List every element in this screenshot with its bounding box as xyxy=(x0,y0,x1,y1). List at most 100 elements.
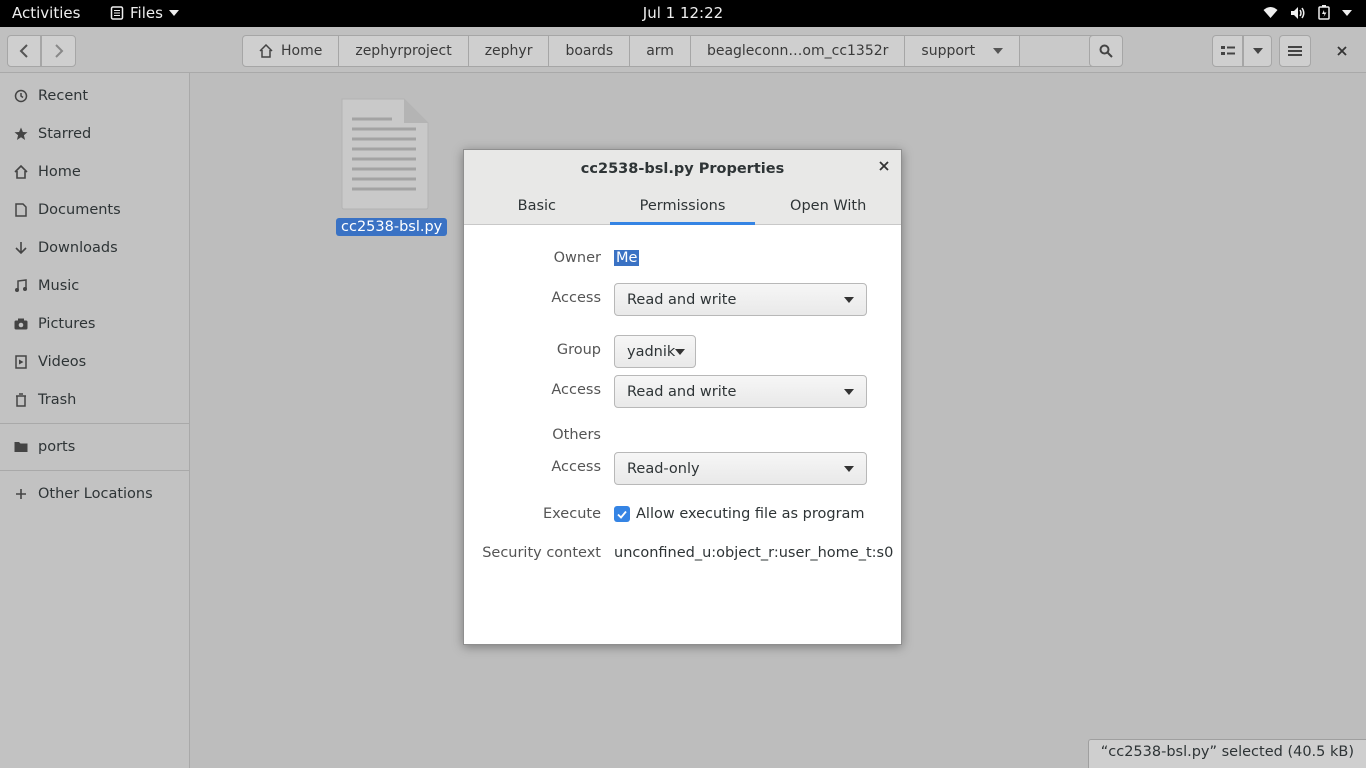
file-item[interactable] xyxy=(340,97,430,211)
tab-basic[interactable]: Basic xyxy=(464,187,610,224)
chevron-down-icon xyxy=(993,48,1004,54)
permissions-panel: Owner Me Access Read and write Group yad… xyxy=(464,225,901,645)
sidebar-item-trash[interactable]: Trash xyxy=(0,381,189,419)
execute-checkbox[interactable] xyxy=(614,506,630,522)
close-icon xyxy=(1337,46,1347,56)
breadcrumb: Home zephyrproject zephyr boards arm bea… xyxy=(242,35,1114,67)
forward-button[interactable] xyxy=(41,35,76,67)
camera-icon xyxy=(14,317,28,331)
owner-value[interactable]: Me xyxy=(614,250,640,266)
breadcrumb-label: zephyrproject xyxy=(355,43,452,59)
dropdown-value: Read and write xyxy=(627,291,737,308)
others-access-dropdown[interactable]: Read-only xyxy=(614,452,867,485)
home-icon xyxy=(259,44,273,58)
sidebar-item-label: Documents xyxy=(38,202,121,218)
breadcrumb-label: support xyxy=(921,43,976,59)
breadcrumb-label: zephyr xyxy=(484,43,533,59)
breadcrumb-label: Home xyxy=(281,43,323,59)
dropdown-value: yadnik xyxy=(627,343,676,360)
status-bar: “cc2538-bsl.py” selected (40.5 kB) xyxy=(1087,739,1366,768)
clock[interactable]: Jul 1 12:22 xyxy=(0,4,1366,22)
breadcrumb-home[interactable]: Home xyxy=(243,36,340,66)
dialog-title: cc2538-bsl.py Properties xyxy=(580,160,785,177)
music-icon xyxy=(14,279,28,293)
chevron-down-icon xyxy=(844,296,854,303)
chevron-down-icon xyxy=(844,388,854,395)
home-icon xyxy=(14,165,28,179)
sidebar-item-label: Trash xyxy=(38,392,77,408)
execute-label: Execute xyxy=(543,506,601,522)
top-bar: Activities Files Jul 1 12:22 xyxy=(0,0,1366,27)
sidebar-item-label: Music xyxy=(38,278,80,294)
sidebar-item-documents[interactable]: Documents xyxy=(0,191,189,229)
battery-icon xyxy=(1318,5,1330,20)
owner-value-text: Me xyxy=(614,250,640,266)
sidebar-item-label: Other Locations xyxy=(38,486,153,502)
sidebar-item-label: Pictures xyxy=(38,316,96,332)
dialog-titlebar: cc2538-bsl.py Properties xyxy=(464,150,901,187)
menu-button[interactable] xyxy=(1279,35,1311,67)
video-icon xyxy=(14,355,28,369)
group-access-dropdown[interactable]: Read and write xyxy=(614,375,867,408)
view-toggle-button[interactable] xyxy=(1212,35,1243,67)
execute-checkbox-label: Allow executing file as program xyxy=(636,506,865,522)
sidebar-item-label: Downloads xyxy=(38,240,118,256)
chevron-down-icon xyxy=(844,465,854,472)
breadcrumb-item[interactable]: arm xyxy=(630,36,691,66)
group-dropdown[interactable]: yadnik xyxy=(614,335,696,368)
tab-label: Basic xyxy=(517,197,557,214)
sidebar-item-videos[interactable]: Videos xyxy=(0,343,189,381)
sidebar-item-label: Starred xyxy=(38,126,92,142)
close-window-button[interactable] xyxy=(1330,39,1354,63)
text-file-icon xyxy=(341,98,429,210)
group-label: Group xyxy=(556,342,601,358)
trash-icon xyxy=(14,393,28,407)
sidebar-item-ports[interactable]: ports xyxy=(0,428,189,466)
owner-access-dropdown[interactable]: Read and write xyxy=(614,283,867,316)
checkmark-icon xyxy=(617,510,627,519)
wifi-icon xyxy=(1263,7,1278,18)
system-tray[interactable] xyxy=(1263,5,1352,20)
dropdown-value: Read-only xyxy=(627,460,700,477)
close-icon xyxy=(879,161,889,171)
sidebar-item-other-locations[interactable]: Other Locations xyxy=(0,475,189,513)
file-name-label[interactable]: cc2538-bsl.py xyxy=(336,218,448,236)
tab-permissions[interactable]: Permissions xyxy=(609,187,756,225)
sidebar-divider xyxy=(0,470,189,471)
dialog-close-button[interactable] xyxy=(879,159,889,175)
security-context-label: Security context xyxy=(482,545,601,561)
tab-label: Permissions xyxy=(639,197,726,214)
chevron-down-icon xyxy=(675,348,686,355)
security-context-value: unconfined_u:object_r:user_home_t:s0 xyxy=(614,545,894,561)
sidebar-item-label: Recent xyxy=(38,88,89,104)
breadcrumb-current[interactable]: support xyxy=(905,36,1021,66)
search-button[interactable] xyxy=(1089,35,1123,67)
chevron-right-icon xyxy=(54,44,63,58)
search-icon xyxy=(1099,44,1113,58)
breadcrumb-item[interactable]: beagleconn…om_cc1352r xyxy=(691,36,906,66)
dropdown-value: Read and write xyxy=(627,383,737,400)
sidebar-item-label: Videos xyxy=(38,354,87,370)
sidebar-item-music[interactable]: Music xyxy=(0,267,189,305)
sidebar-item-recent[interactable]: Recent xyxy=(0,77,189,115)
breadcrumb-item[interactable]: zephyr xyxy=(469,36,550,66)
breadcrumb-item[interactable]: zephyrproject xyxy=(339,36,469,66)
owner-access-label: Access xyxy=(551,290,601,306)
tab-label: Open With xyxy=(790,197,867,214)
back-button[interactable] xyxy=(7,35,41,67)
sidebar-item-downloads[interactable]: Downloads xyxy=(0,229,189,267)
header-bar: Home zephyrproject zephyr boards arm bea… xyxy=(0,27,1366,73)
sidebar-item-pictures[interactable]: Pictures xyxy=(0,305,189,343)
sidebar-item-starred[interactable]: Starred xyxy=(0,115,189,153)
tab-open-with[interactable]: Open With xyxy=(755,187,901,224)
sidebar-item-home[interactable]: Home xyxy=(0,153,189,191)
properties-dialog: cc2538-bsl.py Properties Basic Permissio… xyxy=(463,149,902,645)
hamburger-icon xyxy=(1288,46,1302,56)
execute-checkbox-row[interactable]: Allow executing file as program xyxy=(614,506,865,522)
dialog-tabs: Basic Permissions Open With xyxy=(464,187,901,225)
breadcrumb-item[interactable]: boards xyxy=(549,36,631,66)
view-options-button[interactable] xyxy=(1243,35,1272,67)
sidebar-item-label: ports xyxy=(38,439,76,455)
download-icon xyxy=(14,241,28,255)
plus-icon xyxy=(14,487,28,501)
